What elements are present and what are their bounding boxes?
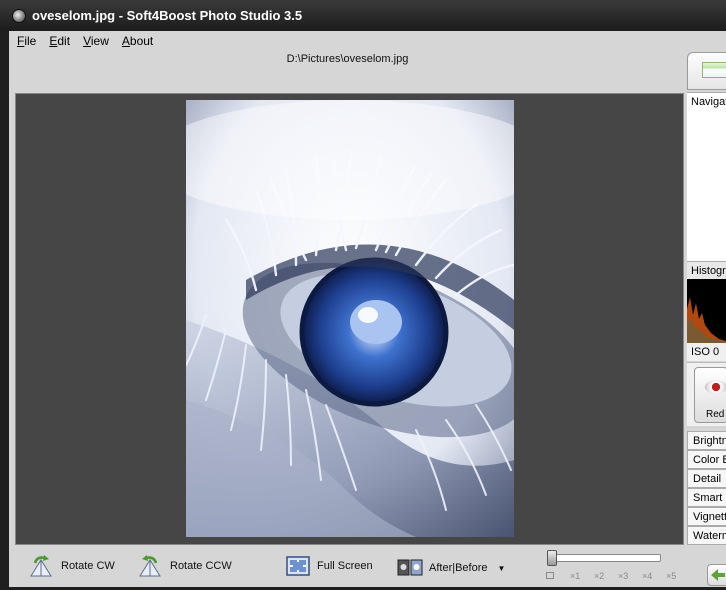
window-frame: File Edit View About D:\Pictures\oveselo… bbox=[0, 31, 726, 590]
back-arrow-icon bbox=[711, 569, 725, 581]
rotate-ccw-label: Rotate CCW bbox=[170, 560, 232, 572]
undo-button[interactable] bbox=[707, 564, 726, 586]
after-before-label: After|Before bbox=[429, 562, 488, 574]
zoom-fit-icon[interactable] bbox=[546, 572, 554, 579]
panel-tab[interactable] bbox=[687, 52, 726, 90]
histogram-bars bbox=[687, 297, 726, 343]
adjust-smart[interactable]: Smart bbox=[687, 488, 726, 507]
rotate-cw-button[interactable]: Rotate CW bbox=[29, 554, 115, 578]
adjustment-list: Brightness Color B Detail Smart Vignette… bbox=[687, 431, 726, 545]
red-eye-icon bbox=[705, 380, 726, 394]
client-area: File Edit View About D:\Pictures\oveselo… bbox=[9, 31, 726, 587]
red-eye-button[interactable]: Red bbox=[694, 367, 726, 423]
right-panel: Navigator Histogram ISO 0 Red bbox=[686, 51, 726, 587]
rotate-ccw-button[interactable]: Rotate CCW bbox=[138, 554, 232, 578]
navigator-label: Navigator bbox=[691, 96, 726, 108]
bottom-toolbar: Rotate CW Rotate CCW Full Screen After|B… bbox=[15, 546, 684, 587]
navigator-panel: Navigator bbox=[687, 92, 726, 261]
zoom-marks: ×1 ×2 ×3 ×4 ×5 bbox=[546, 571, 690, 581]
image-canvas[interactable] bbox=[15, 93, 684, 545]
after-before-icon bbox=[397, 557, 423, 579]
menu-view[interactable]: View bbox=[83, 34, 109, 48]
title-bar[interactable]: oveselom.jpg - Soft4Boost Photo Studio 3… bbox=[0, 0, 726, 31]
adjust-color-balance[interactable]: Color B bbox=[687, 450, 726, 469]
after-before-button[interactable]: After|Before ▼ bbox=[397, 556, 505, 580]
rotate-ccw-icon bbox=[138, 555, 164, 577]
iso-readout: ISO 0 bbox=[687, 343, 726, 361]
rotate-cw-icon bbox=[29, 555, 55, 577]
dropdown-arrow-icon[interactable]: ▼ bbox=[498, 564, 506, 573]
menu-file[interactable]: File bbox=[17, 34, 36, 48]
file-path: D:\Pictures\oveselom.jpg bbox=[286, 53, 409, 65]
red-eye-section: Red bbox=[687, 362, 726, 426]
histogram-graph bbox=[687, 279, 726, 343]
eye-photo-image bbox=[186, 100, 514, 537]
histogram-header: Histogram bbox=[687, 261, 726, 279]
app-icon bbox=[12, 8, 26, 23]
zoom-x3[interactable]: ×3 bbox=[618, 571, 642, 581]
red-eye-label: Red bbox=[706, 409, 725, 420]
menu-about[interactable]: About bbox=[122, 34, 153, 48]
zoom-x2[interactable]: ×2 bbox=[594, 571, 618, 581]
image-tab-icon bbox=[702, 62, 726, 78]
adjust-brightness[interactable]: Brightness bbox=[687, 431, 726, 450]
adjust-vignette[interactable]: Vignette bbox=[687, 507, 726, 526]
zoom-x1[interactable]: ×1 bbox=[570, 571, 594, 581]
zoom-slider-thumb[interactable] bbox=[547, 550, 557, 566]
full-screen-label: Full Screen bbox=[317, 560, 373, 572]
photo-preview bbox=[186, 100, 514, 537]
zoom-slider[interactable] bbox=[549, 554, 661, 562]
rotate-cw-label: Rotate CW bbox=[61, 560, 115, 572]
adjust-watermark[interactable]: Watermark bbox=[687, 526, 726, 545]
histogram-label: Histogram bbox=[691, 265, 726, 277]
full-screen-button[interactable]: Full Screen bbox=[285, 554, 373, 578]
window-title: oveselom.jpg - Soft4Boost Photo Studio 3… bbox=[32, 8, 303, 23]
adjust-detail[interactable]: Detail bbox=[687, 469, 726, 488]
zoom-x4[interactable]: ×4 bbox=[642, 571, 666, 581]
menu-edit[interactable]: Edit bbox=[49, 34, 70, 48]
iso-value: ISO 0 bbox=[691, 346, 720, 358]
full-screen-icon bbox=[285, 555, 311, 577]
menu-bar: File Edit View About bbox=[9, 31, 166, 51]
